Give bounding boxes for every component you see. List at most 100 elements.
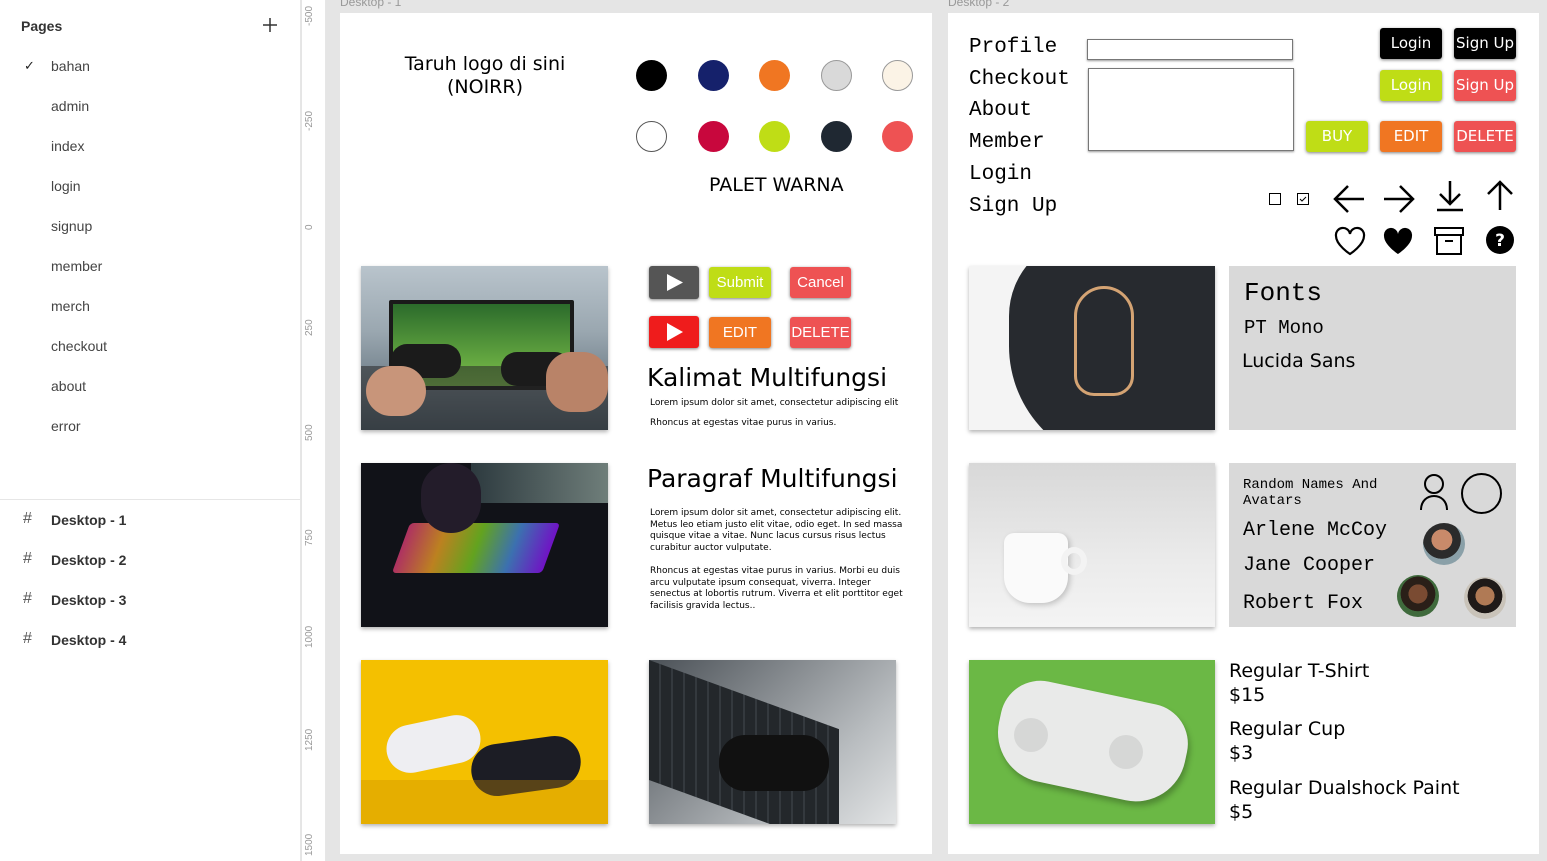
palette-swatch [882, 60, 913, 91]
textarea-field[interactable] [1088, 68, 1294, 151]
text-input-field[interactable] [1087, 39, 1293, 60]
frame-desktop-1[interactable]: Taruh logo di sini (NOIRR) PALET WARNA S… [340, 13, 932, 854]
delete-button[interactable]: DELETE [790, 317, 851, 348]
palette-swatch [820, 121, 852, 152]
names-avatars-card: Random Names And Avatars Arlene McCoy Ja… [1229, 463, 1516, 627]
layer-item-desktop-4[interactable]: # Desktop - 4 [0, 620, 300, 660]
palette-swatch [636, 60, 667, 91]
heart-filled-icon[interactable] [1382, 226, 1414, 256]
signup-button-red[interactable]: Sign Up [1454, 70, 1516, 101]
frame-desktop-2[interactable]: Login Sign Up Login Sign Up BUY EDIT DEL… [948, 13, 1539, 854]
delete-button-2[interactable]: DELETE [1454, 121, 1516, 152]
photo-controllers-yellow [361, 660, 608, 824]
page-item-checkout[interactable]: checkout [0, 327, 300, 367]
signup-button-dark[interactable]: Sign Up [1454, 28, 1516, 59]
palette-swatch [759, 121, 790, 152]
page-item-label: merch [51, 298, 90, 314]
page-item-label: bahan [51, 58, 90, 74]
arrow-left-icon[interactable] [1332, 183, 1366, 215]
layer-item-desktop-1[interactable]: # Desktop - 1 [0, 500, 300, 540]
product-name: Regular Dualshock Paint [1229, 777, 1460, 799]
name-jane: Jane Cooper [1243, 554, 1376, 577]
palette-swatch [636, 121, 667, 152]
page-item-about[interactable]: about [0, 367, 300, 407]
page-item-error[interactable]: error [0, 407, 300, 447]
layer-item-label: Desktop - 3 [51, 592, 127, 608]
arrow-right-icon[interactable] [1382, 183, 1416, 215]
product-name: Regular Cup [1229, 718, 1346, 740]
frame-label-desktop-1[interactable]: Desktop - 1 [340, 0, 401, 9]
layer-item-desktop-2[interactable]: # Desktop - 2 [0, 540, 300, 580]
nav-text-profile: Profile [969, 36, 1058, 59]
palette-swatch [697, 121, 729, 152]
plus-icon[interactable] [262, 17, 280, 35]
kalimat-line-1: Lorem ipsum dolor sit amet, consectetur … [650, 398, 899, 408]
login-button-green[interactable]: Login [1380, 70, 1442, 101]
page-item-login[interactable]: login [0, 167, 300, 207]
paragraf-text-2: Rhoncus at egestas vitae purus in varius… [650, 566, 903, 611]
edit-button-2[interactable]: EDIT [1380, 121, 1442, 152]
layer-item-label: Desktop - 4 [51, 632, 127, 648]
youtube-play-button[interactable] [649, 316, 699, 348]
buy-button[interactable]: BUY [1306, 121, 1368, 152]
layer-item-desktop-3[interactable]: # Desktop - 3 [0, 580, 300, 620]
login-button-dark[interactable]: Login [1380, 28, 1442, 59]
palette-swatch [697, 60, 729, 91]
page-item-label: signup [51, 218, 93, 234]
help-icon[interactable]: ? [1485, 225, 1515, 255]
name-robert: Robert Fox [1243, 592, 1364, 615]
product-name: Regular T-Shirt [1229, 660, 1370, 682]
product-price: $15 [1229, 684, 1266, 706]
heart-outline-icon[interactable] [1334, 226, 1366, 256]
paragraf-title: Paragraf Multifungsi [647, 464, 898, 493]
avatar-placeholder-circle [1461, 473, 1502, 514]
ruler-tick-label: 500 [304, 424, 315, 441]
avatar-jane [1397, 575, 1439, 617]
page-item-merch[interactable]: merch [0, 287, 300, 327]
nav-text-about: About [969, 99, 1033, 123]
product-price: $3 [1229, 742, 1254, 764]
layer-item-label: Desktop - 1 [51, 512, 127, 528]
archive-icon[interactable] [1433, 226, 1465, 256]
page-item-label: admin [51, 98, 90, 114]
video-play-button-dark[interactable] [649, 266, 699, 299]
avatar-arlene [1423, 523, 1465, 565]
logo-placeholder-text: Taruh logo di sini (NOIRR) [404, 53, 566, 98]
layer-item-label: Desktop - 2 [51, 552, 127, 568]
kalimat-title: Kalimat Multifungsi [647, 363, 888, 392]
page-item-index[interactable]: index [0, 127, 300, 167]
download-icon[interactable] [1435, 179, 1465, 213]
page-item-signup[interactable]: signup [0, 207, 300, 247]
product-price: $5 [1229, 801, 1254, 823]
checkbox-empty-icon[interactable] [1269, 193, 1281, 205]
user-icon [1419, 473, 1449, 511]
page-item-member[interactable]: member [0, 247, 300, 287]
checkbox-checked-icon[interactable] [1297, 193, 1309, 205]
photo-rgb-keyboard [361, 463, 608, 627]
frame-icon: # [23, 630, 32, 647]
nav-text-login: Login [969, 162, 1033, 186]
frame-label-desktop-2[interactable]: Desktop - 2 [948, 0, 1009, 9]
submit-button[interactable]: Submit [709, 267, 771, 298]
page-item-label: checkout [51, 338, 108, 354]
page-item-admin[interactable]: admin [0, 87, 300, 127]
cancel-button[interactable]: Cancel [790, 267, 851, 298]
play-icon [667, 274, 683, 291]
ruler-tick-label: 1000 [304, 625, 315, 648]
youtube-icon [667, 323, 683, 341]
page-item-bahan[interactable]: ✓ bahan [0, 47, 300, 87]
photo-owl-tshirt [969, 266, 1215, 430]
avatar-robert [1464, 577, 1506, 619]
page-item-label: member [51, 258, 103, 274]
edit-button[interactable]: EDIT [709, 317, 771, 348]
ruler-tick-label: 250 [304, 319, 315, 336]
fonts-card: Fonts PT Mono Lucida Sans [1229, 266, 1516, 430]
page-item-label: error [51, 418, 81, 434]
font-name-pt-mono: PT Mono [1244, 317, 1324, 339]
arrow-up-icon[interactable] [1486, 179, 1514, 211]
names-title: Random Names And Avatars [1243, 477, 1378, 509]
photo-white-dualshock [969, 660, 1215, 824]
nav-text-checkout: Checkout [969, 67, 1070, 91]
ruler-tick-label: 750 [304, 529, 315, 546]
nav-text-member: Member [969, 131, 1045, 155]
